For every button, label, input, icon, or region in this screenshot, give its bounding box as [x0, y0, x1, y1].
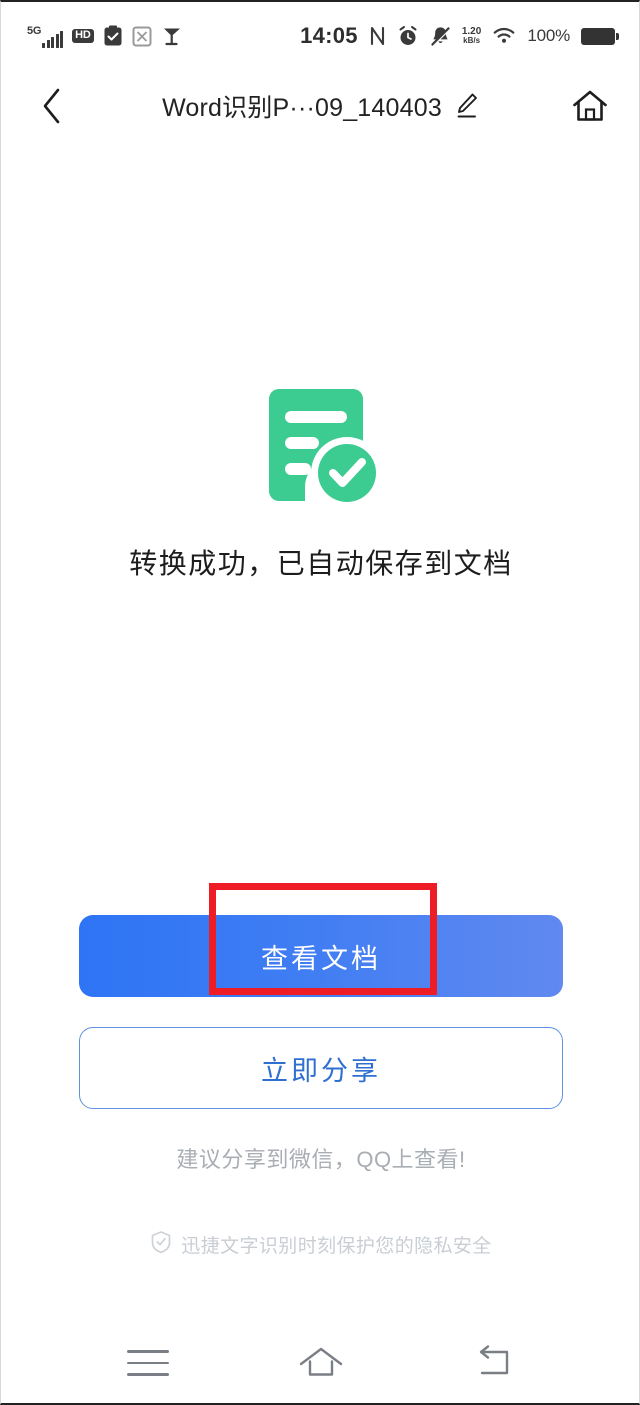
home-outline-icon [299, 1347, 343, 1376]
status-bar-right: 14:05 1.20 kB/s 100% [300, 23, 619, 48]
wifi-icon [492, 26, 516, 46]
privacy-note-group: 迅捷文字识别时刻保护您的隐私安全 [1, 1230, 640, 1259]
header-home-button[interactable] [567, 83, 613, 129]
pencil-edit-icon [457, 93, 477, 118]
document-title-group: Word识别P···09_140403 [75, 88, 567, 124]
share-now-button[interactable]: 立即分享 [79, 1027, 563, 1109]
document-check-icon [255, 387, 387, 513]
status-bar: 5G HD 14:05 1.20 kB/s 100% [1, 2, 640, 70]
signal-bars-icon [42, 31, 64, 48]
app-header: Word识别P···09_140403 [1, 70, 640, 142]
clipboard-check-icon [103, 25, 123, 47]
page-title: Word识别P···09_140403 [162, 94, 442, 122]
main-content: 转换成功，已自动保存到文档 查看文档 立即分享 建议分享到微信，QQ上查看! 迅… [1, 142, 640, 1327]
back-button[interactable] [29, 83, 75, 129]
data-rate-indicator: 1.20 kB/s [462, 26, 481, 46]
status-bar-clock: 14:05 [300, 23, 358, 48]
rename-button[interactable] [454, 91, 480, 121]
signal-5g-icon: 5G [27, 24, 64, 48]
hd-icon: HD [72, 29, 94, 43]
menu-icon [126, 1350, 169, 1376]
privacy-note-text: 迅捷文字识别时刻保护您的隐私安全 [181, 1236, 492, 1257]
alarm-clock-icon [397, 25, 419, 47]
back-arrow-icon [480, 1345, 509, 1375]
phone-screen: 5G HD 14:05 1.20 kB/s 100% Word识别P···09_… [0, 0, 640, 1405]
success-message: 转换成功，已自动保存到文档 [129, 548, 513, 579]
data-rate-unit: kB/s [463, 36, 481, 46]
status-bar-left: 5G HD [27, 24, 183, 48]
network-type-label: 5G [27, 25, 42, 37]
nfc-icon [369, 25, 386, 47]
battery-percent-label: 100% [527, 26, 570, 45]
nav-menu-button[interactable] [110, 1334, 186, 1392]
battery-full-icon [581, 27, 619, 45]
view-document-button[interactable]: 查看文档 [79, 915, 563, 997]
bell-muted-icon [430, 25, 451, 47]
nav-home-button[interactable] [283, 1334, 359, 1392]
chevron-left-icon [43, 88, 60, 124]
share-hint-text: 建议分享到微信，QQ上查看! [176, 1147, 466, 1172]
sim-icon [132, 25, 152, 47]
nav-back-button[interactable] [456, 1334, 532, 1392]
home-icon [573, 90, 607, 121]
broadcast-icon [161, 25, 183, 47]
shield-check-icon [150, 1230, 172, 1259]
system-navigation-bar [1, 1323, 640, 1403]
